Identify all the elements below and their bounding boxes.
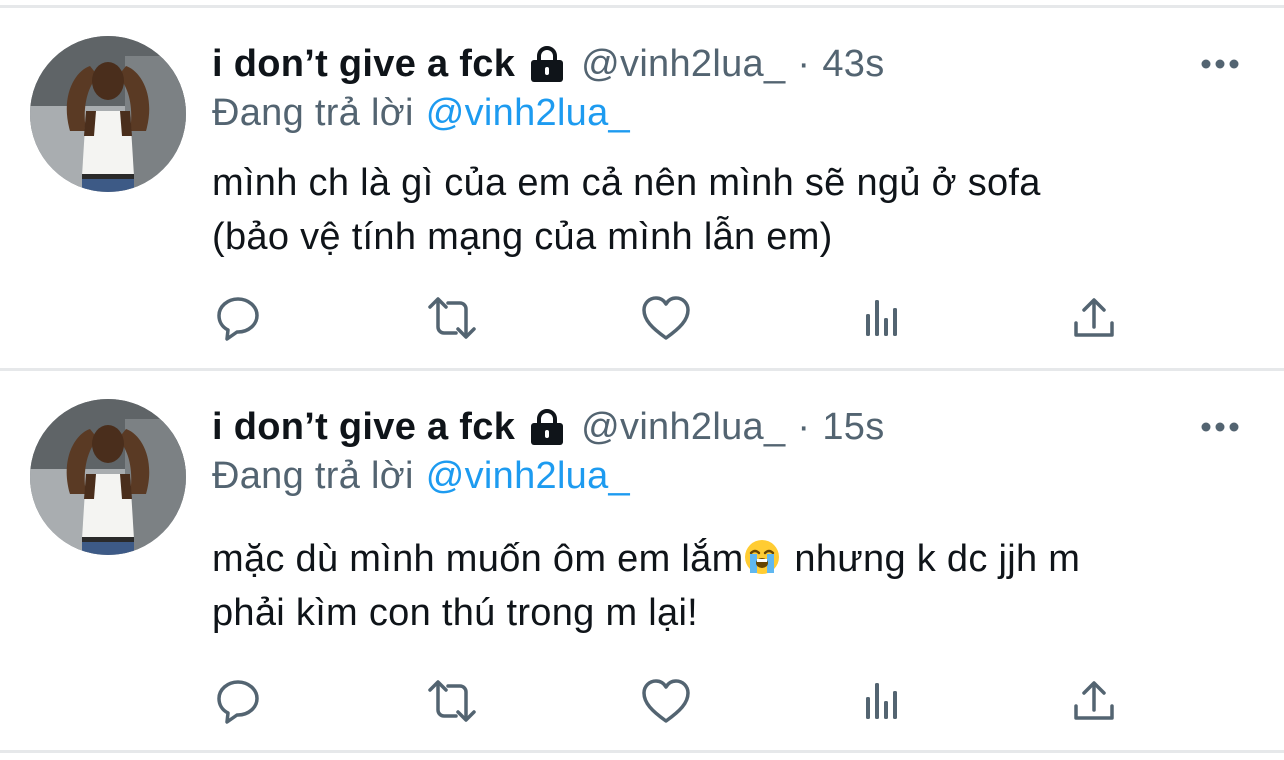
share-icon bbox=[1074, 681, 1114, 720]
loudly-crying-face-icon bbox=[744, 540, 779, 574]
more-icon[interactable] bbox=[1200, 421, 1240, 433]
handle[interactable]: @vinh2lua_ bbox=[581, 406, 785, 449]
views-button[interactable] bbox=[854, 673, 910, 729]
like-button[interactable] bbox=[638, 673, 694, 729]
bottom-divider bbox=[0, 750, 1284, 753]
replying-to-handle[interactable]: @vinh2lua_ bbox=[426, 455, 630, 498]
reply-button[interactable] bbox=[210, 673, 266, 729]
separator: · bbox=[797, 42, 811, 85]
display-name[interactable]: i don’t give a fck bbox=[212, 406, 515, 449]
retweet-icon bbox=[428, 680, 476, 722]
action-bar bbox=[0, 290, 1284, 350]
avatar[interactable] bbox=[30, 36, 186, 192]
avatar-image bbox=[30, 399, 186, 555]
top-divider bbox=[0, 5, 1284, 8]
tweet-text-line: mình ch là gì của em cả nên mình sẽ ngủ … bbox=[212, 162, 1041, 204]
like-button[interactable] bbox=[638, 290, 694, 346]
tweet-divider bbox=[0, 368, 1284, 371]
separator: · bbox=[797, 405, 811, 448]
tweet-text-line: (bảo vệ tính mạng của mình lẫn em) bbox=[212, 216, 833, 258]
timestamp[interactable]: 15s bbox=[822, 406, 884, 449]
like-icon bbox=[642, 296, 690, 340]
tweet-text-segment: mặc dù mình muốn ôm em lắm bbox=[212, 538, 744, 580]
replying-to: Đang trả lời @vinh2lua_ bbox=[212, 88, 630, 138]
reply-icon bbox=[217, 680, 259, 724]
tweet[interactable]: i don’t give a fck @vinh2lua_ · 15s Đang… bbox=[0, 399, 1284, 739]
lock-icon bbox=[531, 46, 564, 82]
replying-to: Đang trả lời @vinh2lua_ bbox=[212, 451, 630, 501]
tweet-header: i don’t give a fck @vinh2lua_ · 15s bbox=[212, 399, 885, 455]
avatar-image bbox=[30, 36, 186, 192]
reply-button[interactable] bbox=[210, 290, 266, 346]
retweet-button[interactable] bbox=[424, 673, 480, 729]
timestamp[interactable]: 43s bbox=[822, 43, 884, 86]
share-button[interactable] bbox=[1066, 673, 1122, 729]
reply-icon bbox=[217, 297, 259, 341]
share-icon bbox=[1074, 298, 1114, 337]
tweet-text: mặc dù mình muốn ôm em lắm nhưng k dc jj… bbox=[212, 532, 1252, 640]
replying-to-label: Đang trả lời bbox=[212, 454, 414, 497]
action-bar bbox=[0, 673, 1284, 733]
views-icon bbox=[866, 300, 897, 336]
views-button[interactable] bbox=[854, 290, 910, 346]
like-icon bbox=[642, 679, 690, 723]
more-icon[interactable] bbox=[1200, 58, 1240, 70]
tweet[interactable]: i don’t give a fck @vinh2lua_ · 43s Đang… bbox=[0, 36, 1284, 366]
handle[interactable]: @vinh2lua_ bbox=[581, 43, 785, 86]
replying-to-label: Đang trả lời bbox=[212, 91, 414, 134]
tweet-text-line: phải kìm con thú trong m lại! bbox=[212, 592, 699, 634]
retweet-button[interactable] bbox=[424, 290, 480, 346]
display-name[interactable]: i don’t give a fck bbox=[212, 43, 515, 86]
tweet-header: i don’t give a fck @vinh2lua_ · 43s bbox=[212, 36, 885, 92]
share-button[interactable] bbox=[1066, 290, 1122, 346]
tweet-text: mình ch là gì của em cả nên mình sẽ ngủ … bbox=[212, 156, 1252, 264]
tweet-text-line: mặc dù mình muốn ôm em lắm nhưng k dc jj… bbox=[212, 532, 1252, 586]
lock-icon bbox=[531, 409, 564, 445]
tweet-text-segment: nhưng k dc jjh m bbox=[783, 538, 1081, 580]
avatar[interactable] bbox=[30, 399, 186, 555]
views-icon bbox=[866, 683, 897, 719]
retweet-icon bbox=[428, 297, 476, 339]
replying-to-handle[interactable]: @vinh2lua_ bbox=[426, 92, 630, 135]
